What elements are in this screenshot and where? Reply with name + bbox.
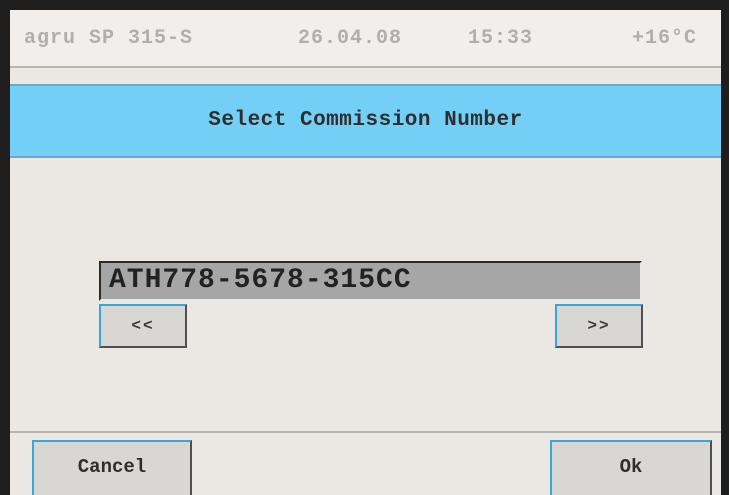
bezel-left bbox=[0, 0, 10, 495]
ok-button[interactable]: Ok bbox=[550, 440, 712, 495]
status-time: 15:33 bbox=[468, 27, 534, 50]
status-date: 26.04.08 bbox=[298, 27, 403, 50]
status-bar: agru SP 315-S 26.04.08 15:33 +16°C bbox=[10, 10, 721, 68]
bezel-right bbox=[721, 0, 729, 495]
cancel-button[interactable]: Cancel bbox=[32, 440, 192, 495]
previous-button[interactable]: << bbox=[99, 304, 187, 348]
commission-number-field[interactable]: ATH778-5678-315CC bbox=[99, 261, 642, 301]
status-temperature: +16°C bbox=[632, 27, 698, 50]
page-title: Select Commission Number bbox=[10, 84, 721, 158]
bezel-top bbox=[0, 0, 729, 10]
device-name: agru SP 315-S bbox=[24, 27, 194, 50]
next-button[interactable]: >> bbox=[555, 304, 643, 348]
header-spacer bbox=[10, 68, 721, 84]
footer-divider bbox=[10, 431, 721, 433]
device-screen: agru SP 315-S 26.04.08 15:33 +16°C Selec… bbox=[0, 0, 729, 495]
